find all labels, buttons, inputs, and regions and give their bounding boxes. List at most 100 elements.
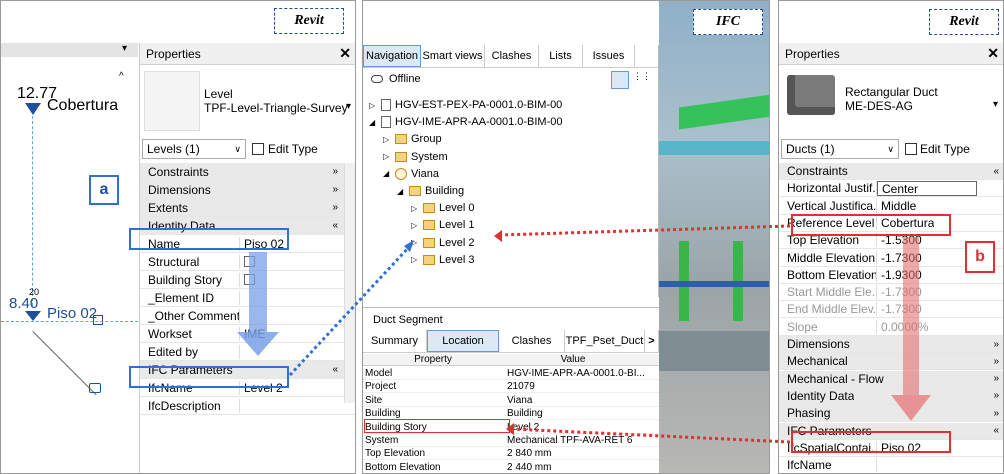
tree-node[interactable]: ▷ Level 0 [411,202,474,214]
level-name-top[interactable]: Cobertura [47,97,118,115]
nav-tab[interactable]: Navigation [363,45,421,67]
section-chevron-icon[interactable]: » [332,166,344,177]
property-value[interactable]: Middle [877,199,916,213]
right-edit-type-button[interactable]: Edit Type [905,139,970,159]
lock-icon[interactable] [89,383,101,393]
instance-filter-dropdown[interactable]: Levels (1) ∨ [142,139,246,159]
property-section[interactable]: Dimensions » [140,181,355,199]
duct-tab[interactable]: Location [427,330,499,352]
section-chevron-icon[interactable]: » [332,202,344,213]
type-dropdown-icon[interactable]: ▾ [346,101,351,112]
expand-arrow-icon[interactable]: ▷ [411,255,419,264]
property-row[interactable]: Horizontal Justif... Center [779,180,1003,198]
tree-node[interactable]: ▷ HGV-EST-PEX-PA-0001.0-BIM-00 [369,99,562,111]
property-row[interactable]: Building Story [140,271,355,289]
expand-arrow-icon[interactable]: ▷ [411,238,419,247]
left-scrollbar[interactable] [344,163,355,403]
property-section[interactable]: Extents » [140,199,355,217]
right-close-icon[interactable]: ✕ [987,45,999,62]
property-section[interactable]: Mechanical - Flow » [779,370,1003,388]
grid-row[interactable]: Model HGV-IME-APR-AA-0001.0-BI... [363,368,659,380]
right-filter-dropdown[interactable]: Ducts (1) ∨ [781,139,899,159]
nav-tab[interactable]: Issues [583,45,635,67]
grid-value: Level 2 [507,421,540,433]
tree-node[interactable]: ◢ HGV-IME-APR-AA-0001.0-BIM-00 [369,116,563,129]
property-row[interactable]: Structural [140,253,355,271]
section-chevron-icon[interactable]: « [332,220,344,231]
expand-arrow-icon[interactable]: ▷ [411,221,419,230]
expand-arrow-icon[interactable]: ◢ [397,187,405,196]
canvas-scroll-up[interactable]: ^ [119,71,124,82]
section-chevron-icon[interactable]: « [332,364,344,375]
property-row[interactable]: Vertical Justifica... Middle [779,198,1003,215]
property-row[interactable]: Slope0.0000% [779,319,1003,336]
expand-arrow-icon[interactable]: ▷ [369,101,377,110]
grid-row[interactable]: Site Viana [363,395,659,407]
tree-node[interactable]: ▷ Level 2 [411,237,474,249]
left-property-grid: Constraints» Dimensions» Extents» Identity … [140,163,355,473]
properties-header: Properties ✕ [140,43,355,65]
expand-arrow-icon[interactable]: ▷ [383,135,391,144]
section-chevron-icon[interactable]: « [993,166,1003,177]
expand-arrow-icon[interactable]: ▷ [411,204,419,213]
property-row[interactable]: _Element ID [140,289,355,307]
property-section[interactable]: Dimensions » [779,336,1003,353]
properties-title: Properties [146,46,201,61]
property-row[interactable]: IfcDescription [140,397,355,415]
grid-row[interactable]: System Mechanical TPF-AVA-RET 6 [363,435,659,447]
edit-type-button[interactable]: Edit Type [252,139,318,159]
nav-tab[interactable]: Lists [539,45,583,67]
property-section[interactable]: Mechanical » [779,353,1003,371]
property-row[interactable]: Start Middle Ele... -1.7300 [779,284,1003,302]
level-name-mid[interactable]: Piso 02 [47,305,97,322]
right-revit-panel: Properties ✕ Rectangular Duct ME-DES-AG ▾… [778,0,1004,474]
duct-tab[interactable]: Summary [363,330,427,352]
type-selector[interactable]: Level TPF-Level-Triangle-Survey [204,87,354,115]
expand-arrow-icon[interactable]: ◢ [369,118,377,127]
tab-scroll-right-icon[interactable]: > [645,330,659,352]
expand-arrow-icon[interactable]: ▷ [383,152,391,161]
property-row[interactable]: _Other Comments [140,307,355,325]
duct-tab[interactable]: TPF_Pset_Duct [565,330,645,352]
property-row[interactable]: IfcName [779,457,1003,473]
nav-tab[interactable]: Smart views [421,45,485,67]
pin-icon[interactable]: ▾ [122,43,127,54]
tree-node[interactable]: ◢ Viana [383,167,439,180]
expand-arrow-icon[interactable]: ◢ [383,169,391,178]
tree-node[interactable]: ◢ Building [397,185,464,197]
property-value[interactable]: Center [877,180,977,196]
duct-green-1 [679,94,769,130]
right-type-dropdown-icon[interactable]: ▾ [993,99,998,110]
nav-tab[interactable]: Clashes [485,45,539,67]
section-chevron-icon[interactable]: » [993,356,1003,367]
section-chevron-icon[interactable]: » [332,184,344,195]
list-view-toggle[interactable]: ⋮⋮ [633,71,651,89]
duct-tab[interactable]: Clashes [499,330,565,352]
type-name-line2: TPF-Level-Triangle-Survey [204,101,348,115]
grid-property: Bottom Elevation [365,461,441,473]
tree-node[interactable]: ▷ Level 1 [411,219,474,231]
checkbox-icon[interactable] [93,315,103,325]
tree-view-toggle[interactable] [611,71,629,89]
section-chevron-icon[interactable]: » [993,339,1003,350]
3d-viewport[interactable] [659,1,769,473]
grid-row[interactable]: Project 21079 [363,381,659,394]
tree-node[interactable]: ▷ Level 3 [411,254,474,266]
property-key: Workset [140,326,240,341]
section-chevron-icon[interactable]: » [993,390,1003,401]
property-section[interactable]: Constraints « [779,163,1003,180]
tree-node[interactable]: ▷ Group [383,133,442,145]
right-type-selector[interactable]: Rectangular Duct ME-DES-AG [845,85,995,113]
grid-row[interactable]: Top Elevation 2 840 mm [363,448,659,461]
beam-blue [659,281,769,287]
tree-node[interactable]: ▷ System [383,151,448,163]
section-chevron-icon[interactable]: » [993,373,1003,384]
property-key: IfcName [779,458,877,473]
grid-row[interactable]: Bottom Elevation 2 440 mm [363,461,659,473]
property-row[interactable]: End Middle Elev... -1.7300 [779,301,1003,319]
section-chevron-icon[interactable]: « [993,425,1003,436]
close-icon[interactable]: ✕ [339,45,351,62]
section-chevron-icon[interactable]: » [993,408,1003,419]
property-section[interactable]: Constraints » [140,163,355,181]
grid-value: 2 840 mm [507,448,552,460]
